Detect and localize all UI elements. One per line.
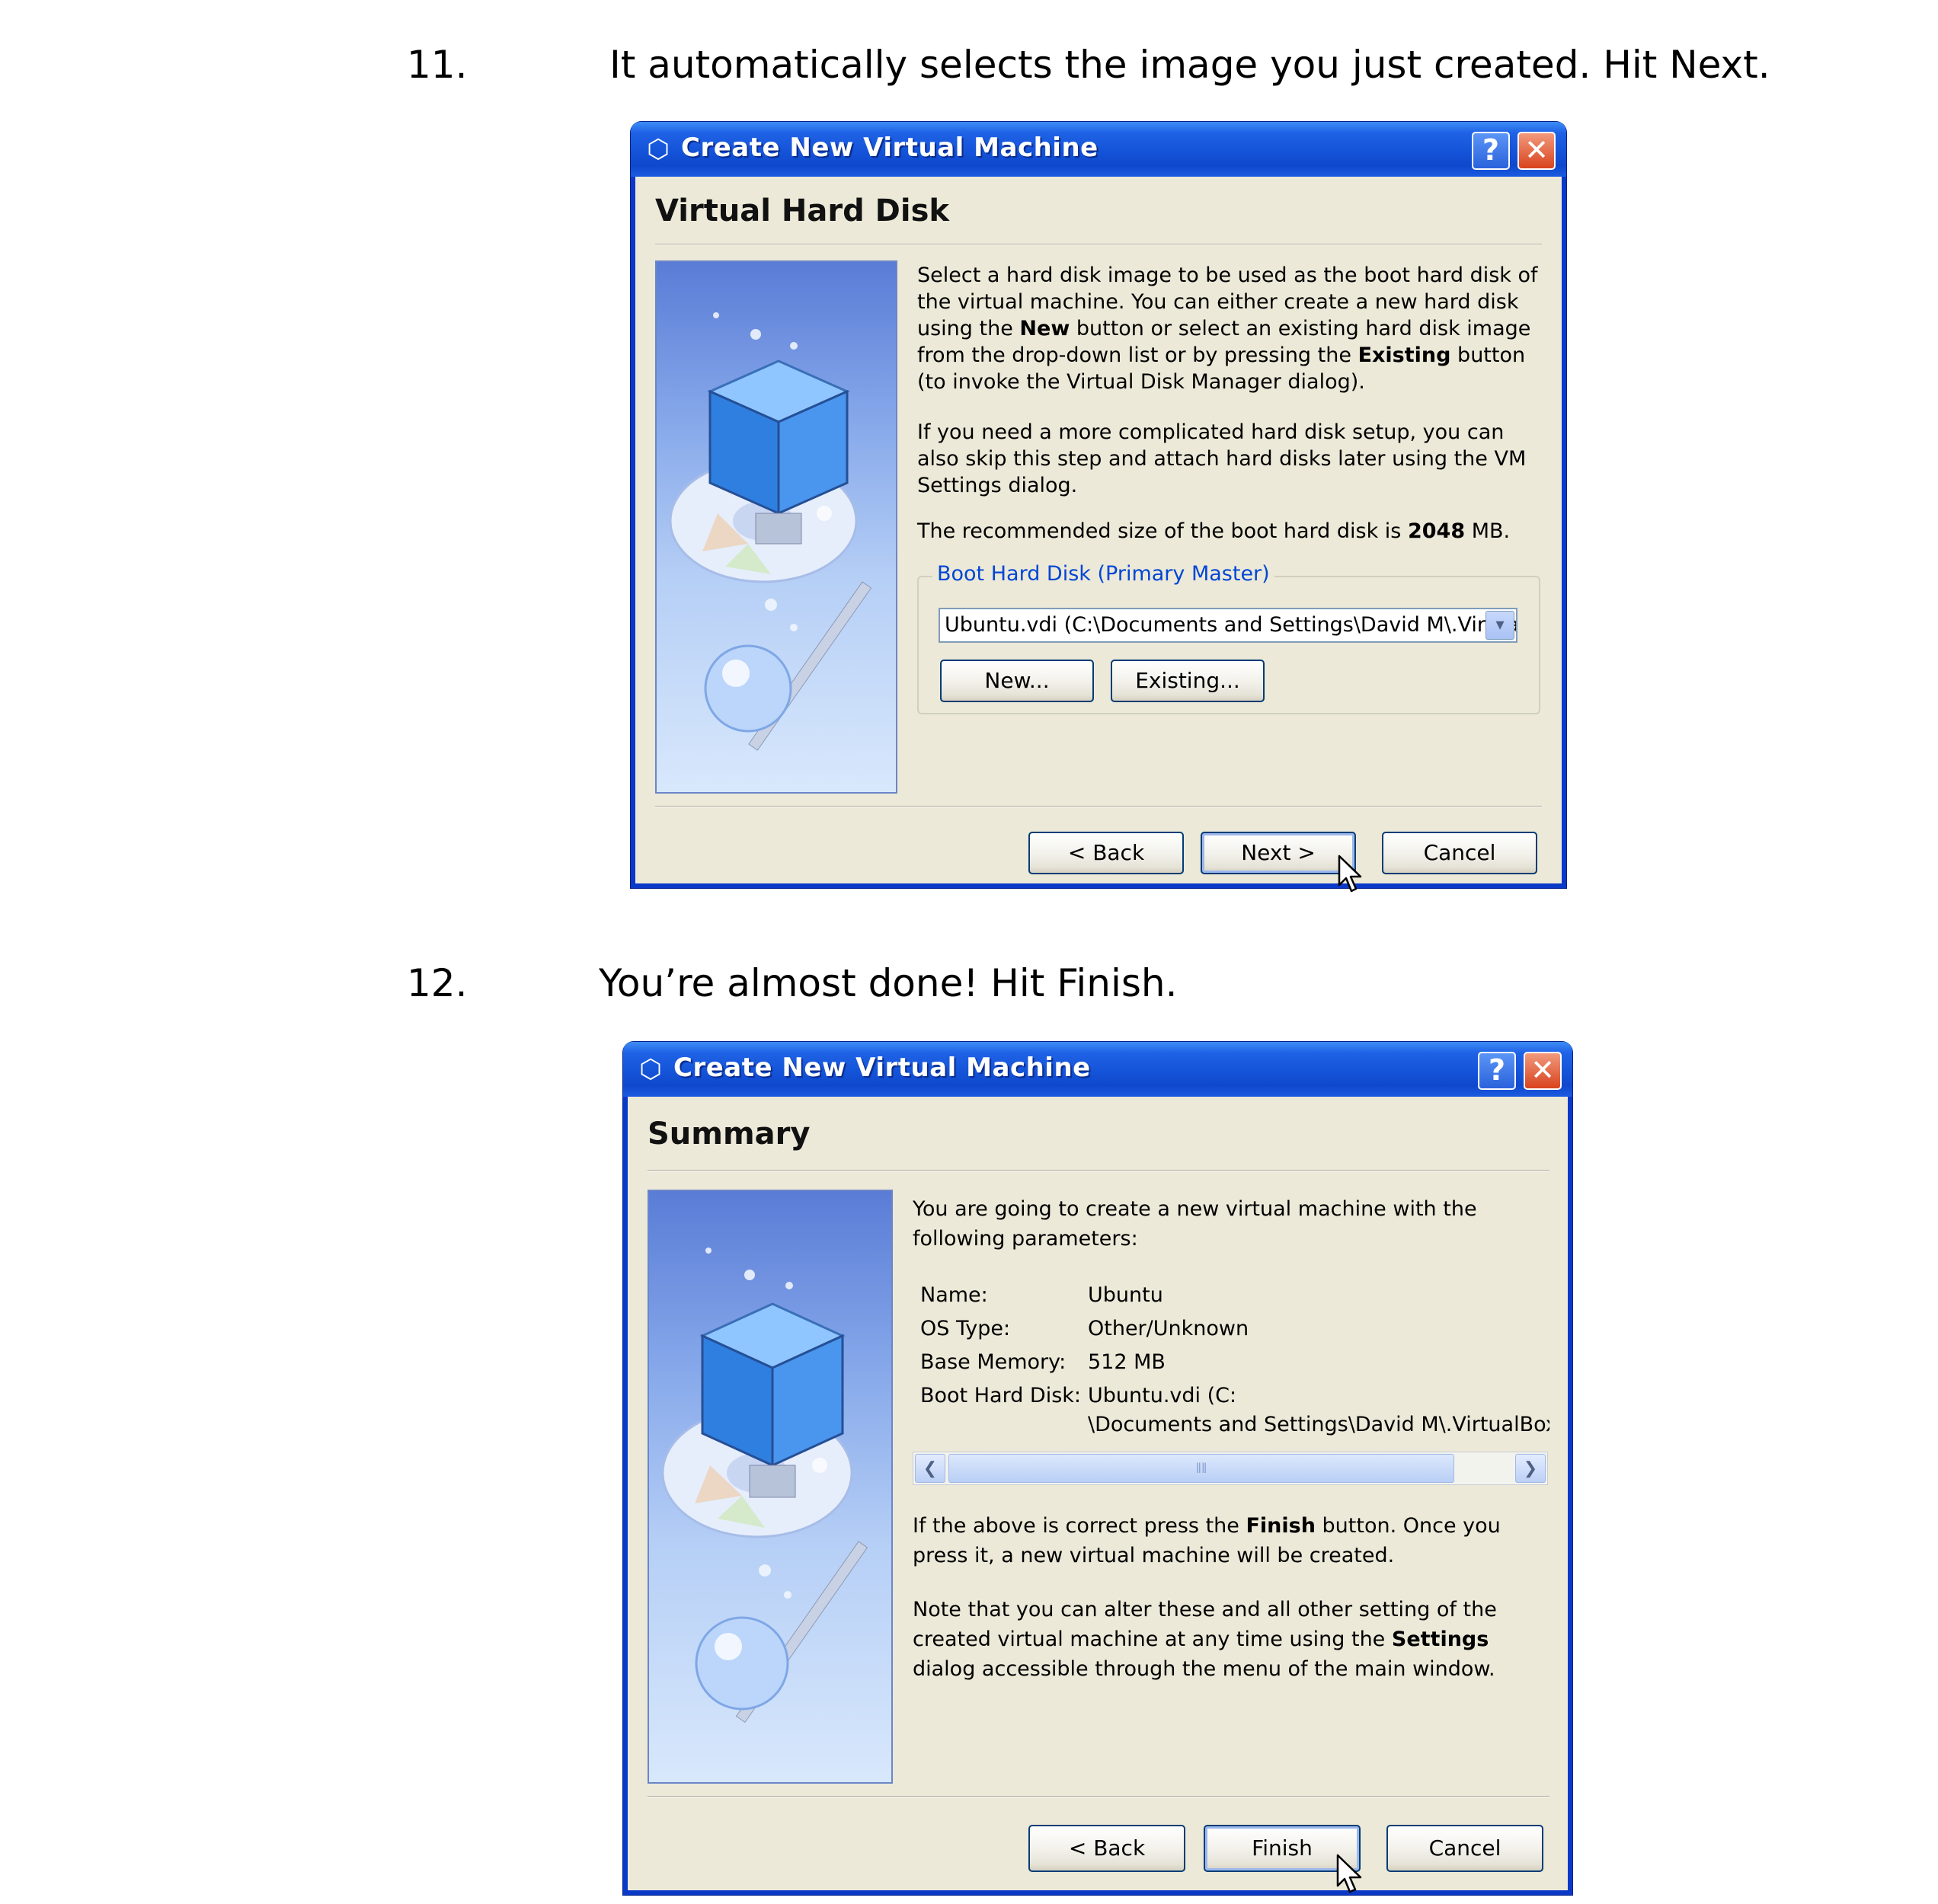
step-12-number: 12. (407, 961, 468, 1005)
advanced-setup-paragraph: If you need a more complicated hard disk… (917, 420, 1527, 497)
close-x-icon: ✕ (1524, 133, 1549, 167)
question-mark-icon: ? (1488, 1053, 1506, 1087)
virtualbox-logo-icon (669, 312, 872, 751)
new-disk-button[interactable]: New... (940, 660, 1094, 702)
title-bar[interactable]: ⬡ Create New Virtual Machine ? ✕ (623, 1042, 1572, 1097)
virtualbox-logo-icon (661, 1248, 868, 1724)
header-divider (655, 244, 1542, 245)
mouse-pointer-icon (1336, 1854, 1362, 1893)
virtualbox-cube-icon: ⬡ (639, 1054, 662, 1085)
next-button[interactable]: Next > (1201, 832, 1356, 874)
mouse-pointer-icon (1338, 855, 1362, 893)
dialog-client-area: Summary You are going to create a new vi… (628, 1097, 1568, 1893)
param-boot-disk-row: Boot Hard Disk: Ubuntu.vdi (C: (920, 1384, 1237, 1407)
boot-hard-disk-select[interactable]: Ubuntu.vdi (C:\Documents and Settings\Da… (939, 608, 1517, 643)
virtualbox-cube-icon: ⬡ (647, 134, 670, 165)
dialog-summary: ⬡ Create New Virtual Machine ? ✕ Summary (623, 1042, 1572, 1895)
footer-divider (655, 806, 1542, 807)
page-title: Summary (648, 1117, 811, 1152)
step-11-number: 11. (407, 43, 468, 87)
close-x-icon: ✕ (1530, 1053, 1555, 1087)
back-button[interactable]: < Back (1028, 1825, 1185, 1872)
title-bar[interactable]: ⬡ Create New Virtual Machine ? ✕ (631, 122, 1566, 177)
dialog-client-area: Virtual Hard Disk Select a hard disk ima… (635, 177, 1562, 893)
param-boot-disk-continuation: \Documents and Settings\David M\.Virtual… (1088, 1413, 1549, 1436)
boot-hard-disk-group-title: Boot Hard Disk (Primary Master) (932, 562, 1274, 586)
cancel-button[interactable]: Cancel (1382, 832, 1537, 874)
close-button[interactable]: ✕ (1517, 132, 1556, 170)
param-os-type-row: OS Type: Other/Unknown (920, 1317, 1249, 1340)
scroll-thumb[interactable]: ‖‖ (948, 1454, 1454, 1483)
scroll-right-icon[interactable]: ❯ (1515, 1454, 1546, 1483)
step-11-instruction: It automatically selects the image you j… (609, 43, 1770, 87)
recommended-size-text: The recommended size of the boot hard di… (917, 519, 1511, 543)
help-button[interactable]: ? (1478, 1052, 1516, 1090)
cancel-button[interactable]: Cancel (1386, 1825, 1543, 1872)
window-title: Create New Virtual Machine (681, 133, 1099, 163)
existing-disk-button[interactable]: Existing... (1111, 660, 1265, 702)
summary-intro: You are going to create a new virtual ma… (913, 1197, 1477, 1251)
scroll-left-icon[interactable]: ❮ (915, 1454, 945, 1483)
params-horizontal-scrollbar[interactable]: ❮ ‖‖ ❯ (913, 1452, 1548, 1485)
param-name-row: Name: Ubuntu (920, 1283, 1163, 1307)
param-base-memory-row: Base Memory: 512 MB (920, 1350, 1166, 1374)
description-paragraph: Select a hard disk image to be used as t… (917, 264, 1538, 394)
footer-divider (648, 1796, 1549, 1797)
chevron-down-icon[interactable]: ▾ (1485, 611, 1514, 640)
dialog-virtual-hard-disk: ⬡ Create New Virtual Machine ? ✕ Virtual… (631, 122, 1566, 893)
question-mark-icon: ? (1482, 133, 1500, 167)
back-button[interactable]: < Back (1028, 832, 1184, 874)
header-divider (648, 1170, 1549, 1171)
virtualbox-wizard-artwork (655, 260, 897, 794)
help-button[interactable]: ? (1472, 132, 1510, 170)
step-12-instruction: You’re almost done! Hit Finish. (599, 961, 1178, 1005)
window-title: Create New Virtual Machine (673, 1053, 1091, 1083)
close-button[interactable]: ✕ (1524, 1052, 1562, 1090)
finish-instruction-paragraph: If the above is correct press the Finish… (913, 1514, 1501, 1567)
virtualbox-wizard-artwork (648, 1190, 893, 1784)
boot-hard-disk-selected-value: Ubuntu.vdi (C:\Documents and Settings\Da… (945, 613, 1517, 637)
settings-note-paragraph: Note that you can alter these and all ot… (913, 1598, 1497, 1681)
page-title: Virtual Hard Disk (655, 193, 949, 228)
